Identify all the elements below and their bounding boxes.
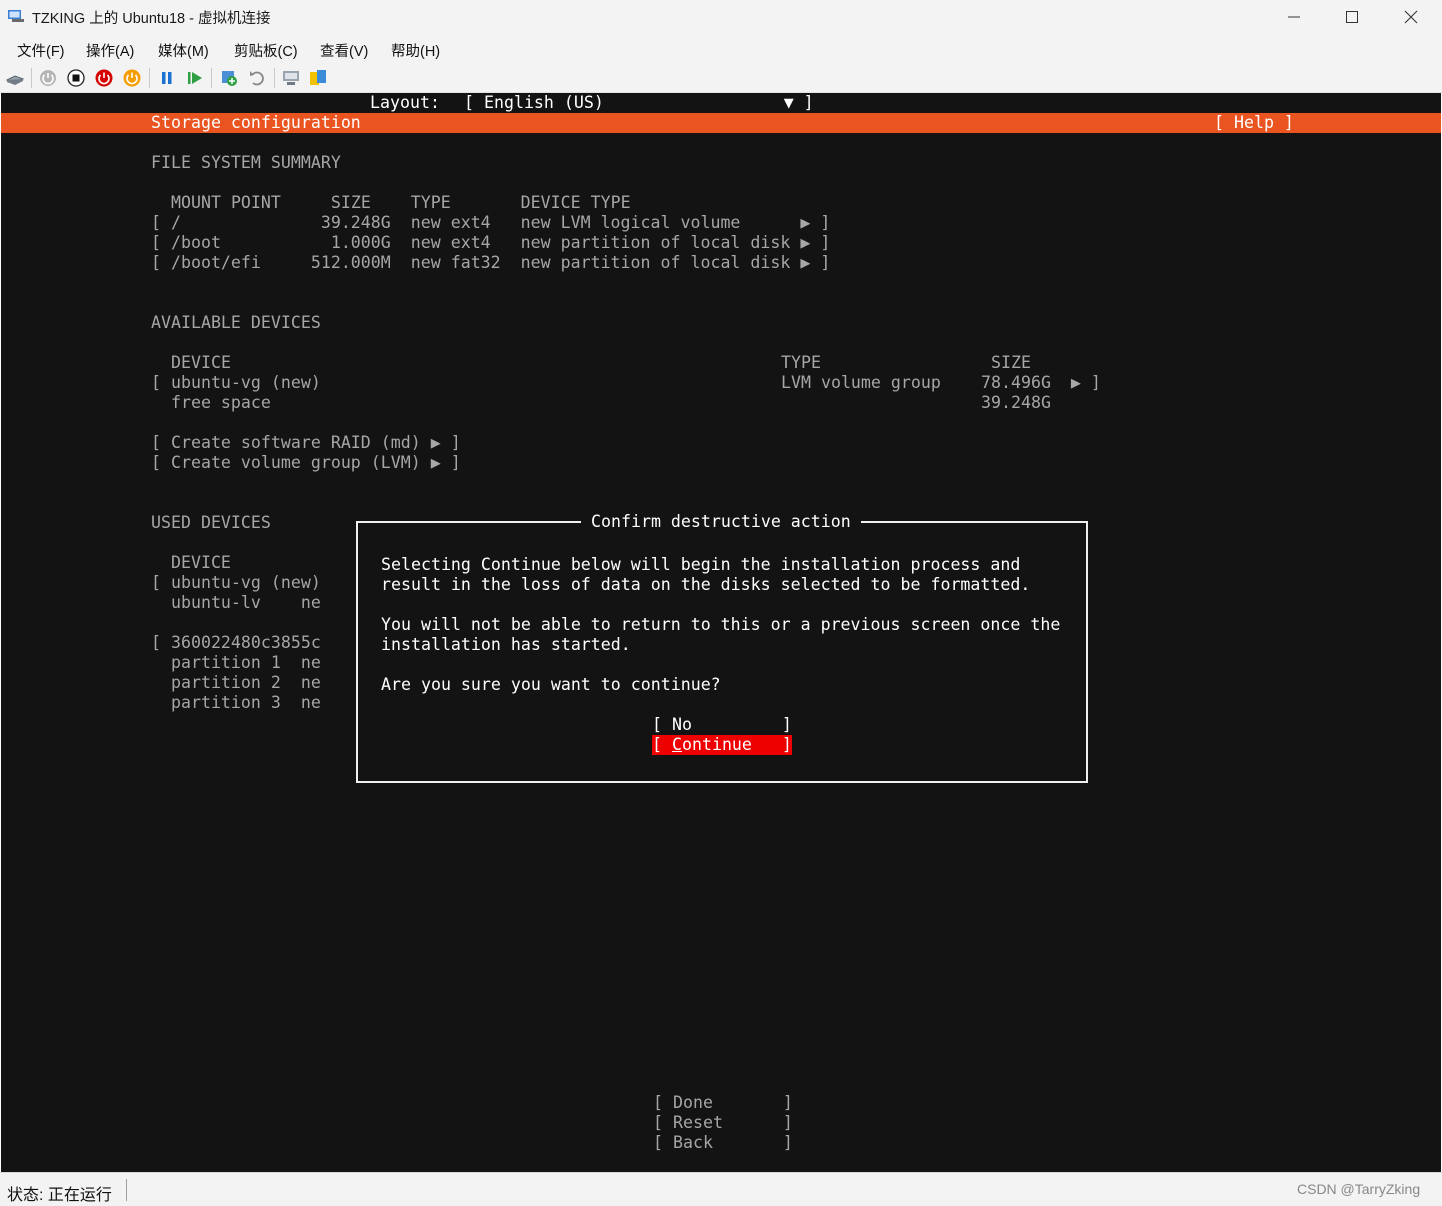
used-row: partition 3 ne <box>151 693 321 712</box>
close-icon <box>1404 10 1418 24</box>
fs-row-boot-efi[interactable]: [ /boot/efi 512.000M new fat32 new parti… <box>151 253 830 273</box>
status-bar: 状态: 正在运行 CSDN @TarryZking <box>0 1172 1442 1206</box>
available-col-device: DEVICE <box>171 353 231 372</box>
toolbar-separator <box>274 68 275 88</box>
used-row: ubuntu-lv ne <box>151 593 321 612</box>
fs-summary-heading: FILE SYSTEM SUMMARY <box>151 153 341 172</box>
page-title: Storage configuration <box>151 113 361 132</box>
toolbar-separator <box>31 68 32 88</box>
done-button[interactable]: [ Done ] <box>653 1093 793 1113</box>
vm-connection-icon <box>8 10 24 22</box>
vm-status: 状态: 正在运行 <box>7 1187 112 1204</box>
fs-row-root[interactable]: [ / 39.248G new ext4 new LVM logical vol… <box>151 213 830 233</box>
fs-summary-columns: MOUNT POINT SIZE TYPE DEVICE TYPE <box>171 193 631 212</box>
vm-console[interactable]: Layout: [ English (US) ▼ ] Storage confi… <box>1 93 1441 1172</box>
dialog-text-line: Selecting Continue below will begin the … <box>381 555 1021 574</box>
maximize-icon <box>1346 11 1358 23</box>
used-row[interactable]: [ ubuntu-vg (new) <box>151 573 321 593</box>
available-col-type: TYPE <box>781 353 821 372</box>
watermark: CSDN @TarryZking <box>1297 1181 1421 1197</box>
menu-action[interactable]: 操作(A) <box>86 40 134 61</box>
available-free-space: free space <box>151 393 271 412</box>
save-icon[interactable] <box>122 68 142 88</box>
menu-bar: 文件(F) 操作(A) 媒体(M) 剪贴板(C) 查看(V) 帮助(H) <box>0 34 1442 62</box>
title-bar: TZKING 上的 Ubuntu18 - 虚拟机连接 <box>0 0 1442 34</box>
dialog-question: Are you sure you want to continue? <box>381 675 721 694</box>
minimize-icon <box>1288 16 1300 18</box>
dialog-text-line: result in the loss of data on the disks … <box>381 575 1031 594</box>
menu-clipboard[interactable]: 剪贴板(C) <box>234 40 298 61</box>
reset-button[interactable]: [ Reset ] <box>653 1113 793 1133</box>
no-button[interactable]: [ No ] <box>652 715 792 735</box>
menu-help[interactable]: 帮助(H) <box>391 40 440 61</box>
continue-prefix: [ <box>652 735 672 754</box>
used-row: partition 2 ne <box>151 673 321 692</box>
fs-row-boot[interactable]: [ /boot 1.000G new ext4 new partition of… <box>151 233 830 253</box>
checkpoint-icon[interactable] <box>219 68 239 88</box>
available-free-size: 39.248G <box>981 393 1051 412</box>
used-devices-heading: USED DEVICES <box>151 513 271 532</box>
continue-button[interactable]: [ Continue ] <box>652 735 792 755</box>
used-row: partition 1 ne <box>151 653 321 672</box>
create-lvm-button[interactable]: [ Create volume group (LVM) ▶ ] <box>151 453 461 473</box>
window-title: TZKING 上的 Ubuntu18 - 虚拟机连接 <box>32 11 271 27</box>
layout-label: Layout: <box>370 93 440 112</box>
available-row-device[interactable]: [ ubuntu-vg (new) <box>151 373 321 393</box>
toolbar-separator <box>149 68 150 88</box>
continue-label: ontinue ] <box>681 735 792 754</box>
menu-view[interactable]: 查看(V) <box>320 40 368 61</box>
maximize-button[interactable] <box>1323 0 1381 34</box>
dialog-text-line: installation has started. <box>381 635 631 654</box>
used-row[interactable]: [ 360022480c3855c <box>151 633 321 653</box>
confirm-dialog: Confirm destructive action Selecting Con… <box>356 512 1088 783</box>
minimize-button[interactable] <box>1265 0 1323 34</box>
available-col-size: SIZE <box>991 353 1031 372</box>
available-devices-heading: AVAILABLE DEVICES <box>151 313 321 332</box>
start-icon[interactable] <box>38 68 58 88</box>
available-row-type: LVM volume group <box>781 373 941 392</box>
close-button[interactable] <box>1382 0 1440 34</box>
toolbar <box>0 62 1442 93</box>
revert-icon[interactable] <box>247 68 267 88</box>
ctrl-alt-del-icon[interactable] <box>5 68 25 88</box>
shutdown-icon[interactable] <box>94 68 114 88</box>
layout-select[interactable]: [ English (US) ▼ ] <box>464 93 814 113</box>
used-col-device: DEVICE <box>151 553 231 572</box>
text-cursor: C <box>671 735 682 754</box>
pause-icon[interactable] <box>157 68 177 88</box>
resume-icon[interactable] <box>185 68 205 88</box>
status-separator <box>126 1179 127 1201</box>
help-button[interactable]: [ Help ] <box>1214 113 1294 133</box>
share-icon[interactable] <box>308 68 328 88</box>
turn-off-icon[interactable] <box>66 68 86 88</box>
available-row-size: 78.496G ▶ ] <box>981 373 1101 392</box>
enhanced-session-icon[interactable] <box>281 68 301 88</box>
toolbar-separator <box>211 68 212 88</box>
dialog-text-line: You will not be able to return to this o… <box>381 615 1061 634</box>
create-raid-button[interactable]: [ Create software RAID (md) ▶ ] <box>151 433 461 453</box>
menu-file[interactable]: 文件(F) <box>17 40 65 61</box>
back-button[interactable]: [ Back ] <box>653 1133 793 1153</box>
dialog-title: Confirm destructive action <box>581 512 861 532</box>
menu-media[interactable]: 媒体(M) <box>158 40 209 61</box>
